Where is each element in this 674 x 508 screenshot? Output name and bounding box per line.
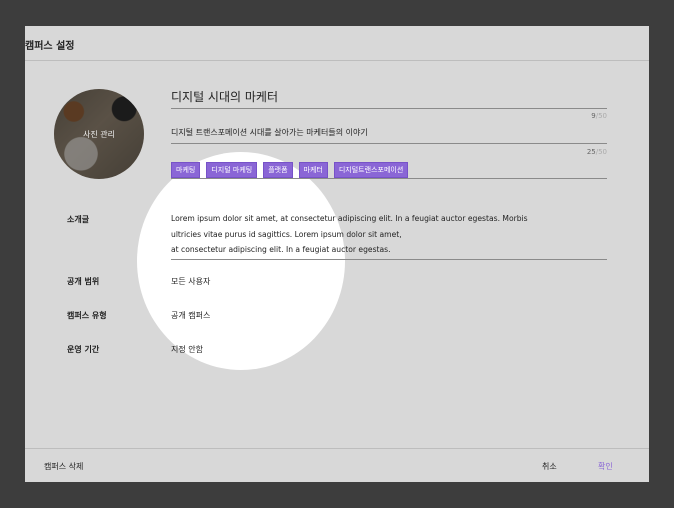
photo-manage-label[interactable]: 사진 관리 [83,129,115,140]
tag-list-field: 마케팅 디지털 마케팅 플랫폼 마케터 디지털트랜스포메이션 [171,162,607,179]
photo-overlay: 사진 관리 [54,89,144,179]
intro-label: 소개글 [67,215,90,224]
dialog-title: 캠퍼스 설정 [25,41,75,52]
campus-name-value[interactable]: 디지털 시대의 마케터 [171,88,278,105]
cancel-button[interactable]: 취소 [542,461,557,472]
confirm-button[interactable]: 확인 [598,461,613,472]
campus-photo[interactable]: 사진 관리 [54,89,144,179]
tag-chip[interactable]: 디지털트랜스포메이션 [333,162,409,178]
tag-chip[interactable]: 플랫폼 [263,162,293,178]
campus-name-field[interactable]: 디지털 시대의 마케터 [171,88,607,109]
campus-settings-dialog: 캠퍼스 설정 사진 관리 디지털 시대의 마케터 9/50 디지털 트랜스포메이… [25,26,649,482]
visibility-value[interactable]: 모든 사용자 [171,276,210,287]
tag-chip[interactable]: 마케팅 [171,162,201,178]
period-label: 운영 기간 [67,345,100,354]
campus-type-label: 캠퍼스 유형 [67,311,107,320]
tag-list: 마케팅 디지털 마케팅 플랫폼 마케터 디지털트랜스포메이션 [171,162,409,178]
spotlight-highlight [137,152,345,370]
dialog-footer: 캠퍼스 삭제 취소 확인 [25,448,649,482]
intro-line: Lorem ipsum dolor sit amet, at consectet… [171,214,528,223]
campus-name-max: /50 [595,112,607,120]
delete-campus-button[interactable]: 캠퍼스 삭제 [44,461,83,472]
campus-description-value[interactable]: 디지털 트랜스포메이션 시대를 살아가는 마케터들의 이야기 [171,127,368,138]
period-value[interactable]: 지정 안함 [171,344,203,355]
intro-line: at consectetur adipiscing elit. In a feu… [171,245,391,254]
visibility-label: 공개 범위 [67,277,100,286]
campus-type-value[interactable]: 공개 캠퍼스 [171,310,210,321]
intro-line: ultricies vitae purus id sagittics. Lore… [171,229,402,239]
campus-name-counter: 9/50 [591,112,607,120]
intro-field[interactable]: Lorem ipsum dolor sit amet, at consectet… [171,211,607,260]
campus-description-counter: 25/50 [587,148,607,156]
campus-description-count: 25 [586,148,596,156]
tag-chip[interactable]: 마케터 [298,162,328,178]
campus-description-field[interactable]: 디지털 트랜스포메이션 시대를 살아가는 마케터들의 이야기 [171,127,607,144]
campus-description-max: /50 [595,148,607,156]
tag-chip[interactable]: 디지털 마케팅 [206,162,258,178]
dialog-header: 캠퍼스 설정 [25,26,649,61]
